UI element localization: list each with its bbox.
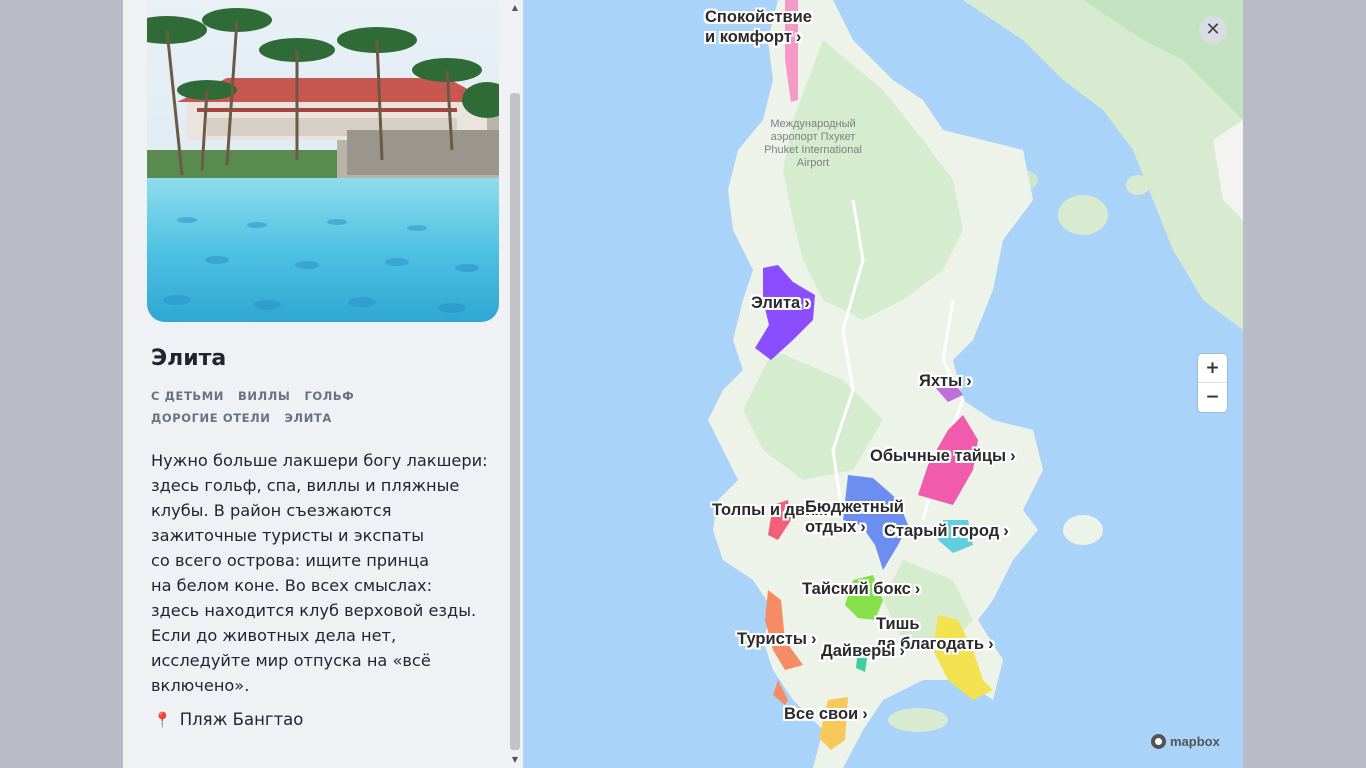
district-name: Элита: [751, 294, 801, 312]
chevron-right-icon: ›: [1010, 447, 1016, 465]
chevron-right-icon: ›: [795, 28, 802, 46]
district-name: Старый город: [884, 522, 1000, 540]
district-label-locals[interactable]: Все свои ›: [784, 704, 868, 724]
district-label-calm[interactable]: Спокойствие и комфорт ›: [705, 7, 812, 47]
chevron-right-icon: ›: [860, 518, 866, 536]
tag: С детьми: [151, 389, 225, 403]
district-title: Элита: [151, 346, 227, 371]
scrollbar-thumb[interactable]: [510, 93, 520, 750]
district-name: Все свои: [784, 705, 859, 723]
tag: Элита: [284, 411, 332, 425]
district-label-tourists[interactable]: Туристы ›: [737, 629, 816, 649]
district-label-old-town[interactable]: Старый город ›: [884, 521, 1009, 541]
district-label-divers[interactable]: Дайверы ›: [821, 641, 905, 661]
district-label-elite[interactable]: Элита ›: [751, 293, 810, 313]
chevron-right-icon: ›: [804, 294, 810, 312]
location-label: Пляж Бангтао: [179, 710, 304, 729]
airport-label: Международный аэропорт Пхукет Phuket Int…: [764, 118, 862, 169]
pin-icon: 📍: [153, 710, 172, 729]
district-label-ordinary-thais[interactable]: Обычные тайцы ›: [870, 446, 1016, 466]
zoom-control: + −: [1198, 354, 1227, 412]
district-name: Дайверы: [821, 642, 896, 660]
district-sidebar: Элита С детьми Виллы Гольф Дорогие отели…: [123, 0, 523, 768]
district-description: Нужно больше лакшери богу лакшери: здесь…: [151, 451, 488, 695]
zoom-in-button[interactable]: +: [1198, 354, 1227, 383]
district-label-thai-boxing[interactable]: Тайский бокс ›: [802, 579, 920, 599]
district-name: Туристы: [737, 630, 807, 648]
chevron-right-icon: ›: [899, 642, 905, 660]
chevron-right-icon: ›: [988, 635, 994, 653]
scroll-up-arrow-icon[interactable]: ▲: [507, 0, 523, 16]
district-name: Обычные тайцы: [870, 447, 1007, 465]
sidebar-scrollbar[interactable]: ▲ ▼: [507, 0, 523, 768]
district-name: Яхты: [919, 372, 963, 390]
district-name: Тайский бокс: [802, 580, 911, 598]
tag: Гольф: [304, 389, 355, 403]
chevron-right-icon: ›: [1003, 522, 1009, 540]
map-canvas[interactable]: Международный аэропорт Пхукет Phuket Int…: [523, 0, 1243, 768]
district-modal: Элита С детьми Виллы Гольф Дорогие отели…: [123, 0, 1243, 768]
tag: Виллы: [238, 389, 291, 403]
chevron-right-icon: ›: [810, 630, 817, 648]
chevron-right-icon: ›: [862, 705, 868, 723]
district-photo: [147, 0, 499, 322]
mapbox-attribution[interactable]: mapbox: [1151, 734, 1220, 749]
mapbox-logo-icon: [1151, 734, 1166, 749]
tag: Дорогие отели: [151, 411, 271, 425]
scroll-down-arrow-icon[interactable]: ▼: [507, 752, 523, 768]
chevron-right-icon: ›: [966, 372, 972, 390]
tag-list: С детьми Виллы Гольф Дорогие отели Элита: [151, 388, 471, 426]
district-location: 📍 Пляж Бангтао: [153, 710, 303, 729]
close-button[interactable]: ✕: [1199, 16, 1227, 44]
chevron-right-icon: ›: [914, 580, 921, 598]
zoom-out-button[interactable]: −: [1198, 383, 1227, 412]
district-label-yachts[interactable]: Яхты ›: [919, 371, 972, 391]
attribution-text: mapbox: [1170, 734, 1220, 749]
